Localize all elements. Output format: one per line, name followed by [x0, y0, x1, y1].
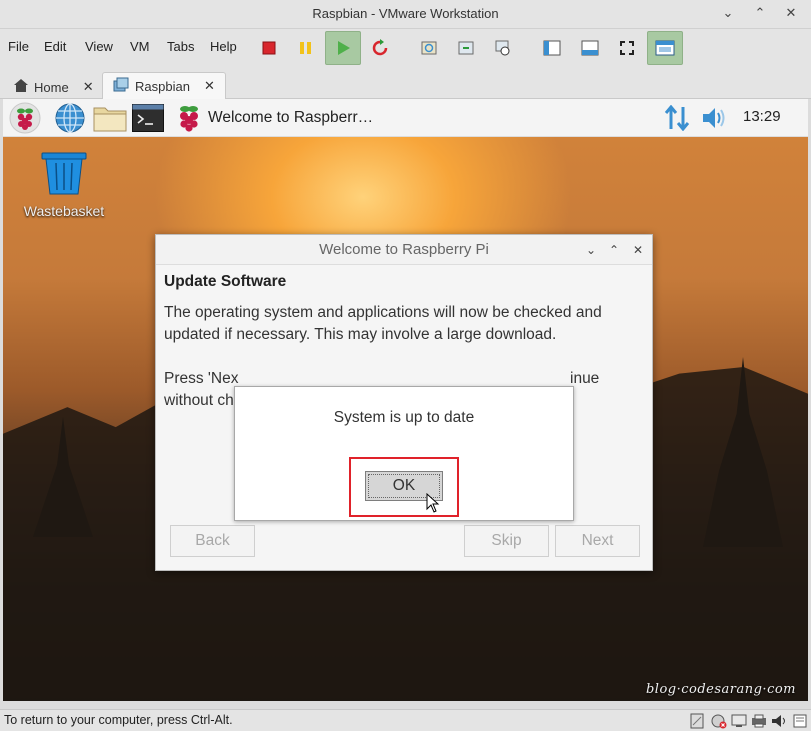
menu-edit[interactable]: Edit — [44, 39, 66, 54]
tab-home[interactable]: Home ✕ — [14, 75, 94, 99]
tab-bar: Home ✕ Raspbian ✕ — [0, 67, 811, 99]
vmware-window: Raspbian - VMware Workstation ⌄ ⌃ ✕ File… — [0, 0, 811, 731]
volume-icon[interactable] — [702, 107, 728, 133]
printer-icon[interactable] — [751, 713, 767, 729]
skip-button[interactable]: Skip — [464, 525, 549, 557]
dialog-minimize-icon[interactable]: ⌄ — [582, 241, 600, 259]
show-thumbnail-icon[interactable] — [577, 35, 603, 61]
dialog-description: The operating system and applications wi… — [164, 302, 634, 346]
unity-view-icon[interactable] — [647, 31, 683, 65]
hard-disk-icon[interactable] — [690, 713, 706, 729]
maximize-icon[interactable]: ⌃ — [750, 4, 770, 24]
reset-icon[interactable] — [367, 35, 393, 61]
menu-toolbar: File Edit View VM Tabs Help — [0, 29, 811, 67]
taskbar-window-label: Welcome to Raspberr… — [208, 109, 374, 126]
window-titlebar: Raspbian - VMware Workstation ⌄ ⌃ ✕ — [0, 0, 811, 29]
snapshot-manager-icon[interactable] — [490, 35, 516, 61]
guest-screen[interactable]: Welcome to Raspberr… 13:29 Wastebasket W… — [3, 99, 808, 701]
home-icon — [14, 79, 28, 95]
dialog-title: Welcome to Raspberry Pi — [156, 235, 652, 265]
tab-home-label: Home — [34, 79, 69, 95]
message-text: System is up to date — [333, 409, 475, 426]
tab-raspbian-label: Raspbian — [135, 78, 190, 94]
menu-view[interactable]: View — [85, 39, 113, 54]
message-log-icon[interactable] — [793, 713, 809, 729]
instructions-line-1-left: Press 'Nex — [164, 370, 239, 387]
back-button[interactable]: Back — [170, 525, 255, 557]
taskbar-welcome-window[interactable]: Welcome to Raspberr… — [176, 102, 376, 134]
power-off-icon[interactable] — [256, 35, 282, 61]
minimize-icon[interactable]: ⌄ — [718, 4, 738, 24]
menu-vm[interactable]: VM — [130, 39, 150, 54]
raspberry-icon — [176, 104, 202, 132]
tab-raspbian[interactable]: Raspbian ✕ — [102, 72, 226, 99]
tab-home-close-icon[interactable]: ✕ — [83, 79, 94, 95]
snapshot-icon[interactable] — [416, 35, 442, 61]
next-button[interactable]: Next — [555, 525, 640, 557]
tab-raspbian-close-icon[interactable]: ✕ — [204, 78, 215, 94]
sound-card-icon[interactable] — [771, 713, 787, 729]
description-line-1: The operating system and applications wi… — [164, 304, 602, 321]
web-browser-icon[interactable] — [54, 102, 86, 138]
raspberry-menu-icon[interactable] — [9, 102, 41, 138]
instructions-line-1-right: inue — [570, 370, 600, 387]
revert-snapshot-icon[interactable] — [453, 35, 479, 61]
menu-tabs[interactable]: Tabs — [167, 39, 194, 54]
power-on-icon[interactable] — [325, 31, 361, 65]
desktop-icon-wastebasket[interactable]: Wastebasket — [19, 151, 109, 219]
window-title: Raspbian - VMware Workstation — [312, 6, 499, 21]
clock: 13:29 — [743, 108, 781, 125]
dialog-close-icon[interactable]: ✕ — [629, 241, 647, 259]
vm-icon — [113, 77, 129, 96]
menu-help[interactable]: Help — [210, 39, 237, 54]
show-library-icon[interactable] — [539, 35, 565, 61]
network-adapter-icon[interactable] — [731, 713, 747, 729]
file-manager-icon[interactable] — [93, 104, 127, 136]
menu-file[interactable]: File — [8, 39, 29, 54]
guest-taskbar: Welcome to Raspberr… 13:29 — [3, 99, 808, 137]
wastebasket-icon — [19, 151, 109, 199]
suspend-icon[interactable] — [293, 35, 319, 61]
desktop-wallpaper[interactable]: Wastebasket Welcome to Raspberry Pi ⌄ ⌃ … — [3, 137, 808, 701]
cd-drive-icon[interactable] — [711, 713, 727, 729]
description-line-2: updated if necessary. This may involve a… — [164, 326, 557, 343]
dialog-maximize-icon[interactable]: ⌃ — [605, 241, 623, 259]
fullscreen-icon[interactable] — [614, 35, 640, 61]
terminal-icon[interactable] — [132, 104, 164, 136]
update-message-box: System is up to date OK — [234, 386, 574, 521]
watermark: blog·codesarang·com — [645, 682, 796, 697]
dialog-heading: Update Software — [164, 273, 287, 290]
network-icon[interactable] — [664, 104, 690, 135]
wastebasket-label: Wastebasket — [23, 203, 105, 219]
close-icon[interactable]: ✕ — [781, 4, 801, 24]
mouse-cursor-icon — [426, 492, 440, 517]
status-bar: To return to your computer, press Ctrl-A… — [0, 709, 811, 731]
status-text: To return to your computer, press Ctrl-A… — [4, 713, 233, 727]
